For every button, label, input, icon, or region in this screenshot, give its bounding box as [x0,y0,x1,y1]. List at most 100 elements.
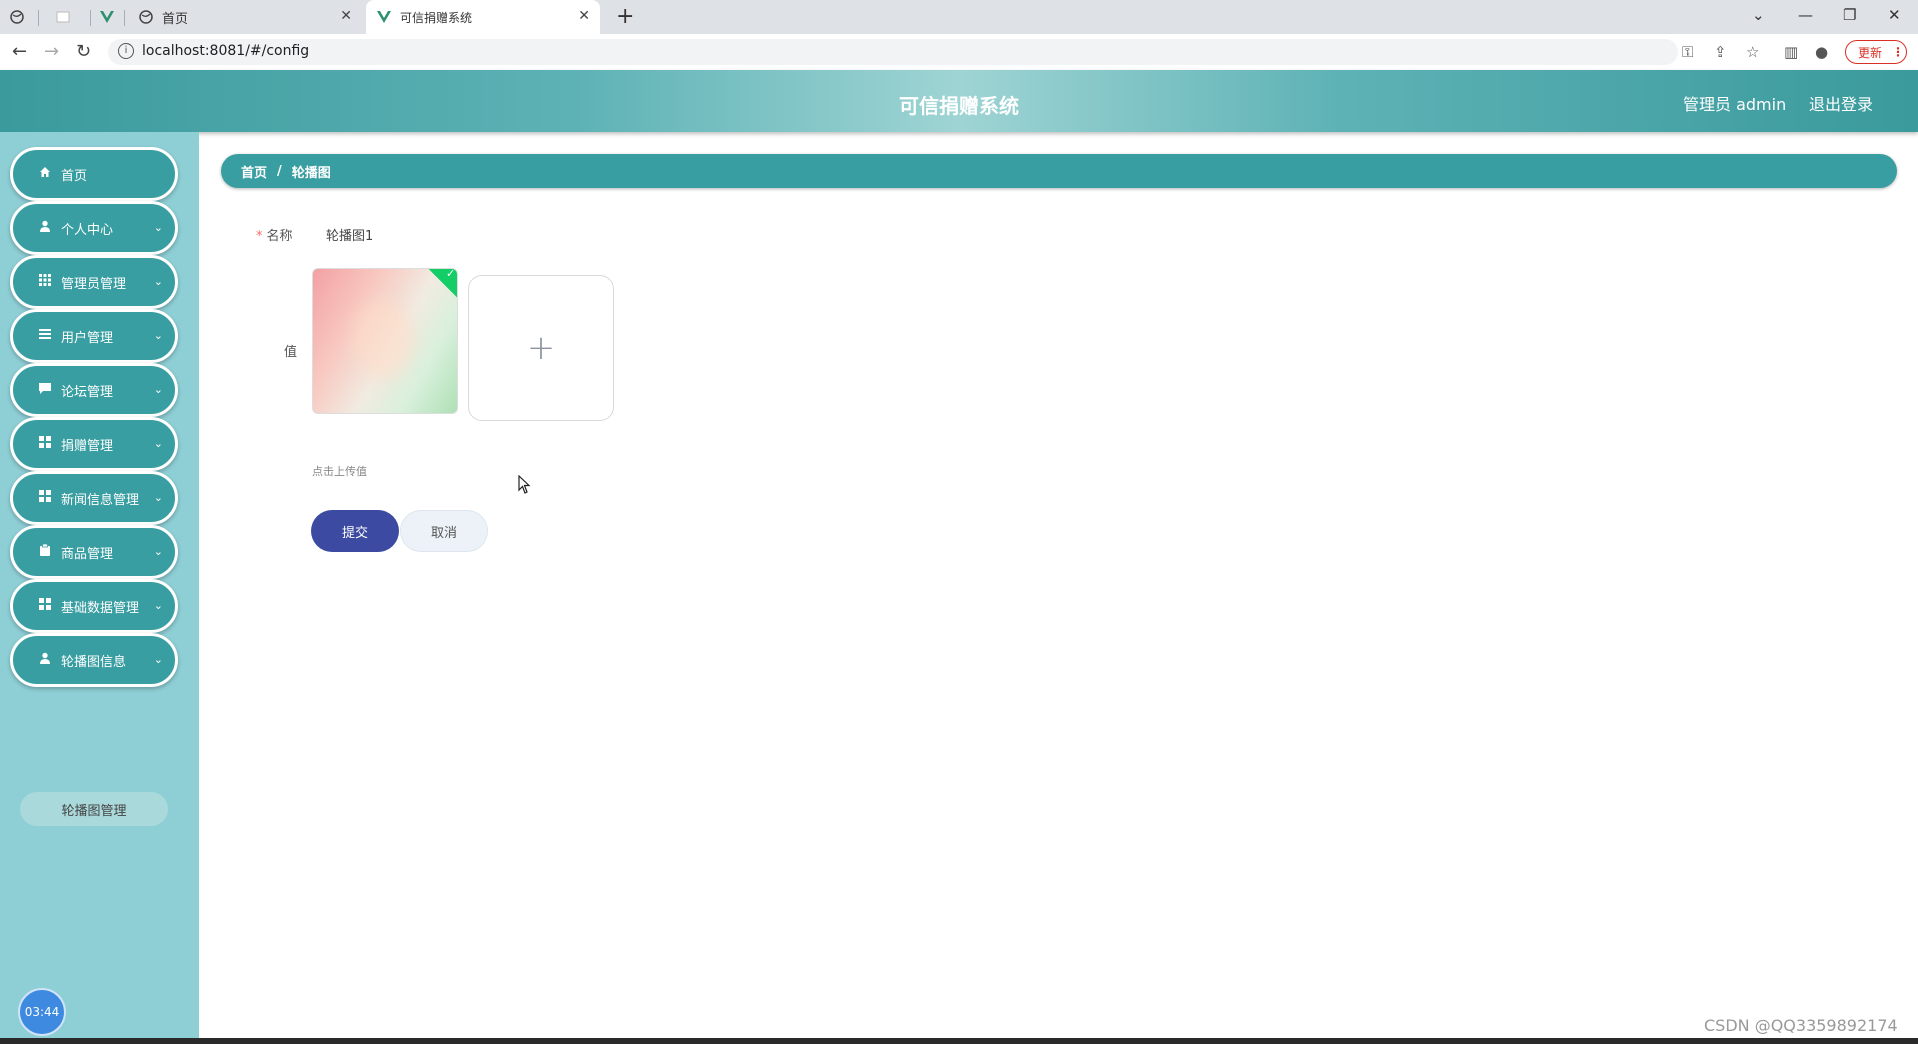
mouse-cursor-icon [518,475,531,494]
sidebar-item-admin[interactable]: 管理员管理 ⌄ [10,255,178,309]
update-button[interactable]: 更新 ⋮ [1845,40,1907,64]
back-icon[interactable]: ← [12,41,27,62]
image-upload-button[interactable]: + [468,275,614,421]
list-icon [37,328,53,344]
profile-icon[interactable]: ● [1815,43,1828,61]
upload-hint: 点击上传值 [312,465,367,478]
close-icon[interactable]: ✕ [578,8,590,24]
chevron-down-icon: ⌄ [153,383,163,396]
forward-icon[interactable]: → [44,41,59,62]
url-field[interactable]: i localhost:8081/#/config [108,39,1678,65]
submit-button[interactable]: 提交 [311,510,399,552]
tab-title: 首页 [162,11,189,27]
globe-icon [138,9,154,25]
uploaded-image-thumbnail[interactable]: ✓ [312,268,458,414]
update-label: 更新 [1858,45,1883,60]
chevron-down-icon: ⌄ [153,653,163,666]
menu-dots-icon: ⋮ [1892,45,1905,59]
close-icon[interactable]: ✕ [340,8,352,24]
browser-tab[interactable] [46,0,72,34]
side-panel-icon[interactable]: ▥ [1784,43,1798,61]
site-info-icon[interactable]: i [118,43,134,59]
grid-icon [37,274,53,290]
sidebar-item-news[interactable]: 新闻信息管理 ⌄ [10,471,178,525]
restore-icon[interactable]: ❐ [1843,6,1856,24]
sidebar-item-users[interactable]: 用户管理 ⌄ [10,309,178,363]
window-close-icon[interactable]: ✕ [1888,6,1901,24]
tab-search-icon[interactable]: ⌄ [1752,6,1765,24]
sidebar-item-label: 用户管理 [61,330,114,346]
tab-title: 可信捐赠系统 [400,10,473,25]
chat-icon [37,382,53,398]
browser-tab-active[interactable]: 可信捐赠系统 ✕ [366,0,600,34]
value-label: 值 [284,345,298,360]
new-tab-icon[interactable]: + [616,4,634,29]
breadcrumb-current: 轮播图 [291,165,331,181]
sidebar-item-label: 捐赠管理 [61,438,114,454]
taskbar-strip [0,1038,1918,1044]
home-icon [37,166,53,182]
url-text: localhost:8081/#/config [142,43,310,59]
chevron-down-icon: ⌄ [153,437,163,450]
browser-tab[interactable] [90,0,116,34]
logout-link[interactable]: 退出登录 [1809,91,1873,115]
chevron-down-icon: ⌄ [153,545,163,558]
grid-icon [37,490,53,506]
name-field[interactable]: 轮播图1 [326,225,373,244]
plus-icon: + [526,328,556,368]
chevron-down-icon: ⌄ [153,221,163,234]
address-bar: ← → ↻ i localhost:8081/#/config ⚿ ⇪ ☆ ▥ … [0,34,1918,71]
share-icon[interactable]: ⇪ [1714,43,1727,61]
sidebar-item-label: 轮播图信息 [61,654,127,670]
watermark: CSDN @QQ3359892174 [1704,1016,1898,1035]
grid-icon [37,598,53,614]
sidebar-item-label: 商品管理 [61,546,114,562]
browser-tab[interactable] [0,0,26,34]
app-header: 可信捐赠系统 管理员 admin 退出登录 [0,70,1918,132]
key-icon[interactable]: ⚿ [1682,43,1693,61]
sidebar-item-profile[interactable]: 个人中心 ⌄ [10,201,178,255]
breadcrumb: 首页 / 轮播图 [221,154,1897,188]
browser-tab-home[interactable]: 首页 ✕ [128,0,362,34]
check-icon: ✓ [446,268,456,280]
chevron-down-icon: ⌄ [153,491,163,504]
breadcrumb-separator: / [277,163,282,179]
sidebar-item-label: 个人中心 [61,222,114,238]
sidebar-item-label: 首页 [61,168,88,184]
upload-success-badge: ✓ [426,268,457,300]
chevron-down-icon: ⌄ [153,599,163,612]
sidebar: 首页 个人中心 ⌄ 管理员管理 ⌄ 用户管理 ⌄ 论坛管理 ⌄ 捐赠管理 ⌄ 新… [0,132,199,1044]
clipboard-icon [37,543,53,560]
chevron-down-icon: ⌄ [153,329,163,342]
sidebar-item-label: 新闻信息管理 [61,492,140,508]
chevron-down-icon: ⌄ [153,275,163,288]
sidebar-item-home[interactable]: 首页 [10,147,178,201]
sidebar-item-label: 基础数据管理 [61,600,140,616]
globe-icon [10,9,24,25]
required-marker: * [256,229,263,244]
minimize-icon[interactable]: — [1798,6,1813,24]
timer-badge: 03:44 [18,988,66,1036]
sidebar-item-label: 管理员管理 [61,276,127,292]
sidebar-item-goods[interactable]: 商品管理 ⌄ [10,525,178,579]
current-user: 管理员 admin [1683,95,1787,114]
breadcrumb-home[interactable]: 首页 [241,162,267,181]
reload-icon[interactable]: ↻ [76,41,91,62]
star-icon[interactable]: ☆ [1746,43,1759,61]
sidebar-item-basedata[interactable]: 基础数据管理 ⌄ [10,579,178,633]
blank-icon [56,9,70,25]
app-title: 可信捐赠系统 [899,94,1019,118]
vue-icon [376,9,392,25]
user-icon [37,652,53,668]
user-icon [37,220,53,236]
sidebar-item-carousel[interactable]: 轮播图信息 ⌄ [10,633,178,687]
sidebar-subitem-carousel-manage[interactable]: 轮播图管理 [20,792,168,826]
browser-tab-bar: 首页 ✕ 可信捐赠系统 ✕ + ⌄ — ❐ ✕ [0,0,1918,34]
sidebar-item-label: 论坛管理 [61,384,114,400]
name-label: * 名称 [256,229,293,244]
sidebar-item-donation[interactable]: 捐赠管理 ⌄ [10,417,178,471]
grid-icon [37,436,53,452]
vue-icon [100,9,114,25]
sidebar-item-forum[interactable]: 论坛管理 ⌄ [10,363,178,417]
cancel-button[interactable]: 取消 [400,510,488,552]
